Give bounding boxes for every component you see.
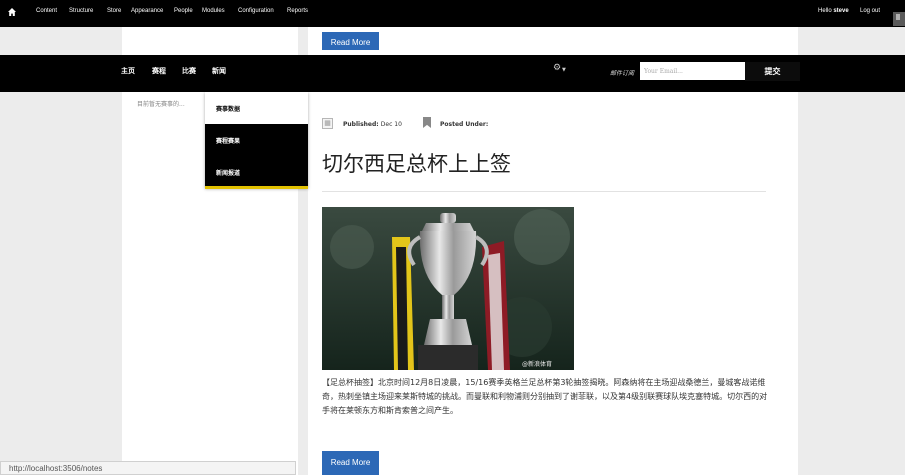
dropdown-item-reports[interactable]: 新闻报道: [205, 156, 308, 186]
dropdown-item-results[interactable]: 赛程赛果: [205, 124, 308, 156]
shortcuts-toggle[interactable]: [893, 12, 905, 26]
menu-configuration[interactable]: Configuration: [238, 8, 274, 14]
menu-content[interactable]: Content: [36, 8, 57, 14]
dropdown-underline: [205, 186, 308, 189]
dropdown-item-label: 赛程赛果: [216, 138, 241, 145]
subscribe-submit-button[interactable]: 提交: [745, 62, 800, 81]
gear-icon[interactable]: ⚙: [553, 63, 561, 73]
published-meta: Published: Dec 10: [343, 121, 402, 128]
dropdown-item-label: 新闻报道: [216, 170, 241, 177]
greeting-prefix: Hello: [818, 8, 834, 14]
logout-link[interactable]: Log out: [860, 8, 880, 14]
home-icon[interactable]: [8, 8, 16, 16]
nav-news[interactable]: 新闻: [212, 66, 226, 76]
email-subscribe-input[interactable]: [640, 62, 745, 80]
browser-status-bar: http://localhost:3506/notes: [0, 461, 296, 475]
read-more-button-top[interactable]: Read More: [322, 32, 379, 50]
dropdown-item-label: 赛事数据: [216, 106, 241, 113]
news-dropdown-menu: 赛事数据 赛程赛果 新闻报道: [205, 92, 308, 189]
user-greeting[interactable]: Hello steve: [818, 8, 849, 14]
article-body: 【足总杯抽签】北京时间12月8日凌晨，15/16赛季英格兰足总杯第3轮抽签揭晓。…: [322, 378, 768, 415]
nav-home[interactable]: 主页: [121, 66, 135, 76]
menu-store[interactable]: Store: [107, 8, 121, 14]
title-divider: [322, 191, 766, 192]
published-label: Published:: [343, 121, 379, 128]
nav-matches[interactable]: 比赛: [182, 66, 196, 76]
username: steve: [833, 8, 849, 14]
toggle-icon: [896, 14, 900, 20]
posted-under-label: Posted Under:: [440, 121, 489, 128]
menu-modules[interactable]: Modules: [202, 8, 225, 14]
article-title[interactable]: 切尔西足总杯上上签: [322, 148, 511, 178]
dropdown-item-stats[interactable]: 赛事数据: [205, 92, 308, 124]
calendar-icon: ▦: [322, 118, 333, 129]
menu-reports[interactable]: Reports: [287, 8, 308, 14]
nav-schedule[interactable]: 赛程: [152, 66, 166, 76]
read-more-button-bottom[interactable]: Read More: [322, 451, 379, 475]
status-url: http://localhost:3506/notes: [9, 464, 103, 473]
caret-down-icon: ▼: [562, 67, 566, 73]
sidebar-text: 目前暂无赛事的...: [137, 101, 185, 108]
article-photo: [322, 207, 574, 370]
subscribe-label: 邮件订阅: [610, 70, 635, 77]
admin-toolbar: Content Structure Store Appearance Peopl…: [0, 0, 905, 27]
menu-appearance[interactable]: Appearance: [131, 8, 163, 14]
menu-structure[interactable]: Structure: [69, 8, 93, 14]
photo-watermark: @新浪体育: [522, 361, 553, 368]
menu-people[interactable]: People: [174, 8, 193, 14]
published-date: Dec 10: [380, 121, 402, 128]
